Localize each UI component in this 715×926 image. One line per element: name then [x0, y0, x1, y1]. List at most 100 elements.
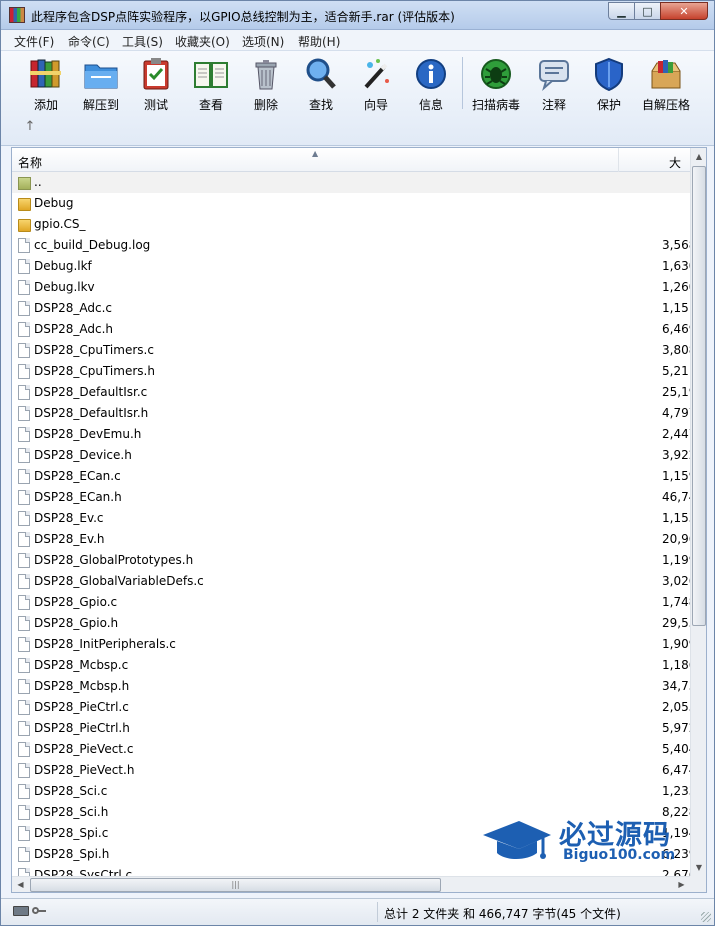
file-size: 1,233	[662, 784, 691, 798]
file-size: 5,972	[662, 721, 691, 735]
table-row[interactable]: DSP28_GlobalVariableDefs.c 3,026	[12, 571, 691, 592]
table-row[interactable]: DSP28_Adc.c 1,151	[12, 298, 691, 319]
scan-virus-button[interactable]: 扫描病毒	[467, 57, 525, 112]
up-one-level-button[interactable]: ↑	[21, 119, 39, 135]
table-row[interactable]: DSP28_CpuTimers.c 3,808	[12, 340, 691, 361]
file-icon	[18, 427, 30, 442]
table-row[interactable]: DSP28_Ev.h 20,967	[12, 529, 691, 550]
table-row[interactable]: DSP28_DefaultIsr.h 4,797	[12, 403, 691, 424]
close-button[interactable]: ✕	[660, 2, 708, 20]
key-icon[interactable]	[32, 906, 47, 916]
file-size: 5,404	[662, 742, 691, 756]
file-icon	[18, 574, 30, 589]
file-size: 1,194	[662, 826, 691, 840]
comment-button[interactable]: 注释	[525, 57, 583, 112]
file-size: 1,186	[662, 658, 691, 672]
file-list[interactable]: 名称 ▲ 大小 .. Debug gpio.CS_ cc_build_Debug.lo…	[11, 147, 707, 893]
minimize-button[interactable]: ▁	[608, 2, 635, 20]
table-row[interactable]: DSP28_Spi.c 1,194	[12, 823, 691, 844]
file-size: 3,808	[662, 343, 691, 357]
menu-tools[interactable]: 工具(S)	[122, 33, 163, 50]
file-size: 2,447	[662, 427, 691, 441]
protect-button[interactable]: 保护	[580, 57, 638, 112]
drive-icon[interactable]	[13, 906, 29, 916]
table-row[interactable]: DSP28_Ev.c 1,153	[12, 508, 691, 529]
table-row[interactable]: DSP28_PieVect.h 6,474	[12, 760, 691, 781]
find-button[interactable]: 查找	[292, 57, 350, 112]
vertical-scrollbar[interactable]: ▲ ▼	[690, 148, 706, 876]
file-name: DSP28_Gpio.h	[34, 616, 119, 630]
winrar-app-icon[interactable]	[9, 7, 25, 23]
table-row[interactable]: DSP28_GlobalPrototypes.h 1,199	[12, 550, 691, 571]
table-row[interactable]: gpio.CS_	[12, 214, 690, 235]
add-button[interactable]: 添加	[17, 57, 75, 112]
sfx-button[interactable]: 自解压格	[637, 57, 695, 112]
maximize-button[interactable]: □	[634, 2, 661, 20]
table-row[interactable]: DSP28_Gpio.c 1,748	[12, 592, 691, 613]
name-column-header[interactable]: 名称 ▲	[12, 148, 619, 172]
table-row[interactable]: DSP28_Spi.h 6,239	[12, 844, 691, 865]
info-icon	[413, 57, 449, 91]
table-row[interactable]: cc_build_Debug.log 3,568	[12, 235, 691, 256]
scroll-left-arrow[interactable]: ◀	[12, 877, 29, 892]
wizard-button[interactable]: 向导	[347, 57, 405, 112]
size-column-header[interactable]: 大小	[619, 148, 691, 187]
table-row[interactable]: DSP28_Sci.h 8,228	[12, 802, 691, 823]
table-row[interactable]: DSP28_Gpio.h 29,551	[12, 613, 691, 634]
vertical-scroll-thumb[interactable]	[692, 166, 706, 626]
menu-command[interactable]: 命令(C)	[68, 33, 110, 50]
table-row[interactable]: ..	[12, 172, 690, 193]
menu-bar: 文件(F) 命令(C) 工具(S) 收藏夹(O) 选项(N) 帮助(H)	[1, 30, 714, 51]
test-button[interactable]: 测试	[127, 57, 185, 112]
table-row[interactable]: DSP28_PieVect.c 5,404	[12, 739, 691, 760]
parent-folder-icon	[18, 177, 31, 190]
file-icon	[18, 511, 30, 526]
horizontal-scroll-thumb[interactable]: |||	[30, 878, 441, 892]
delete-button[interactable]: 删除	[237, 57, 295, 112]
table-row[interactable]: DSP28_Mcbsp.h 34,739	[12, 676, 691, 697]
add-label: 添加	[33, 98, 58, 112]
title-bar[interactable]: 此程序包含DSP点阵实验程序，以GPIO总线控制为主，适合新手.rar (评估版…	[1, 1, 714, 30]
file-size: 1,151	[662, 301, 691, 315]
table-row[interactable]: Debug	[12, 193, 690, 214]
menu-file[interactable]: 文件(F)	[14, 33, 54, 50]
file-size: 46,740	[662, 490, 691, 504]
table-row[interactable]: DSP28_DevEmu.h 2,447	[12, 424, 691, 445]
table-row[interactable]: DSP28_CpuTimers.h 5,211	[12, 361, 691, 382]
table-row[interactable]: DSP28_PieCtrl.c 2,055	[12, 697, 691, 718]
view-button[interactable]: 查看	[182, 57, 240, 112]
scroll-up-arrow[interactable]: ▲	[691, 148, 706, 165]
table-row[interactable]: Debug.lkf 1,630	[12, 256, 691, 277]
file-size: 3,922	[662, 448, 691, 462]
menu-options[interactable]: 选项(N)	[242, 33, 284, 50]
table-row[interactable]: DSP28_ECan.h 46,740	[12, 487, 691, 508]
file-size: 20,967	[662, 532, 691, 546]
table-row[interactable]: DSP28_InitPeripherals.c 1,909	[12, 634, 691, 655]
protect-label: 保护	[596, 98, 621, 112]
sfx-label: 自解压格	[641, 98, 690, 112]
table-row[interactable]: DSP28_Device.h 3,922	[12, 445, 691, 466]
comment-label: 注释	[541, 98, 566, 112]
file-name: DSP28_Adc.h	[34, 322, 113, 336]
file-name: DSP28_Sci.h	[34, 805, 109, 819]
file-name: DSP28_Gpio.c	[34, 595, 118, 609]
table-row[interactable]: DSP28_Mcbsp.c 1,186	[12, 655, 691, 676]
resize-grip[interactable]	[701, 912, 711, 922]
scroll-right-arrow[interactable]: ▶	[673, 877, 690, 892]
table-row[interactable]: DSP28_DefaultIsr.c 25,191	[12, 382, 691, 403]
info-button[interactable]: 信息	[402, 57, 460, 112]
menu-favorites[interactable]: 收藏夹(O)	[175, 33, 230, 50]
scroll-down-arrow[interactable]: ▼	[691, 859, 706, 876]
extract-to-button[interactable]: 解压到	[72, 57, 130, 112]
file-name: ..	[34, 175, 42, 189]
file-icon	[18, 448, 30, 463]
table-row[interactable]: DSP28_ECan.c 1,159	[12, 466, 691, 487]
table-row[interactable]: Debug.lkv 1,260	[12, 277, 691, 298]
file-name: DSP28_DefaultIsr.c	[34, 385, 148, 399]
table-row[interactable]: DSP28_Sci.c 1,233	[12, 781, 691, 802]
table-row[interactable]: DSP28_Adc.h 6,469	[12, 319, 691, 340]
menu-help[interactable]: 帮助(H)	[298, 33, 340, 50]
file-size: 3,568	[662, 238, 691, 252]
table-row[interactable]: DSP28_PieCtrl.h 5,972	[12, 718, 691, 739]
horizontal-scrollbar[interactable]: ◀ ||| ▶	[12, 876, 690, 892]
